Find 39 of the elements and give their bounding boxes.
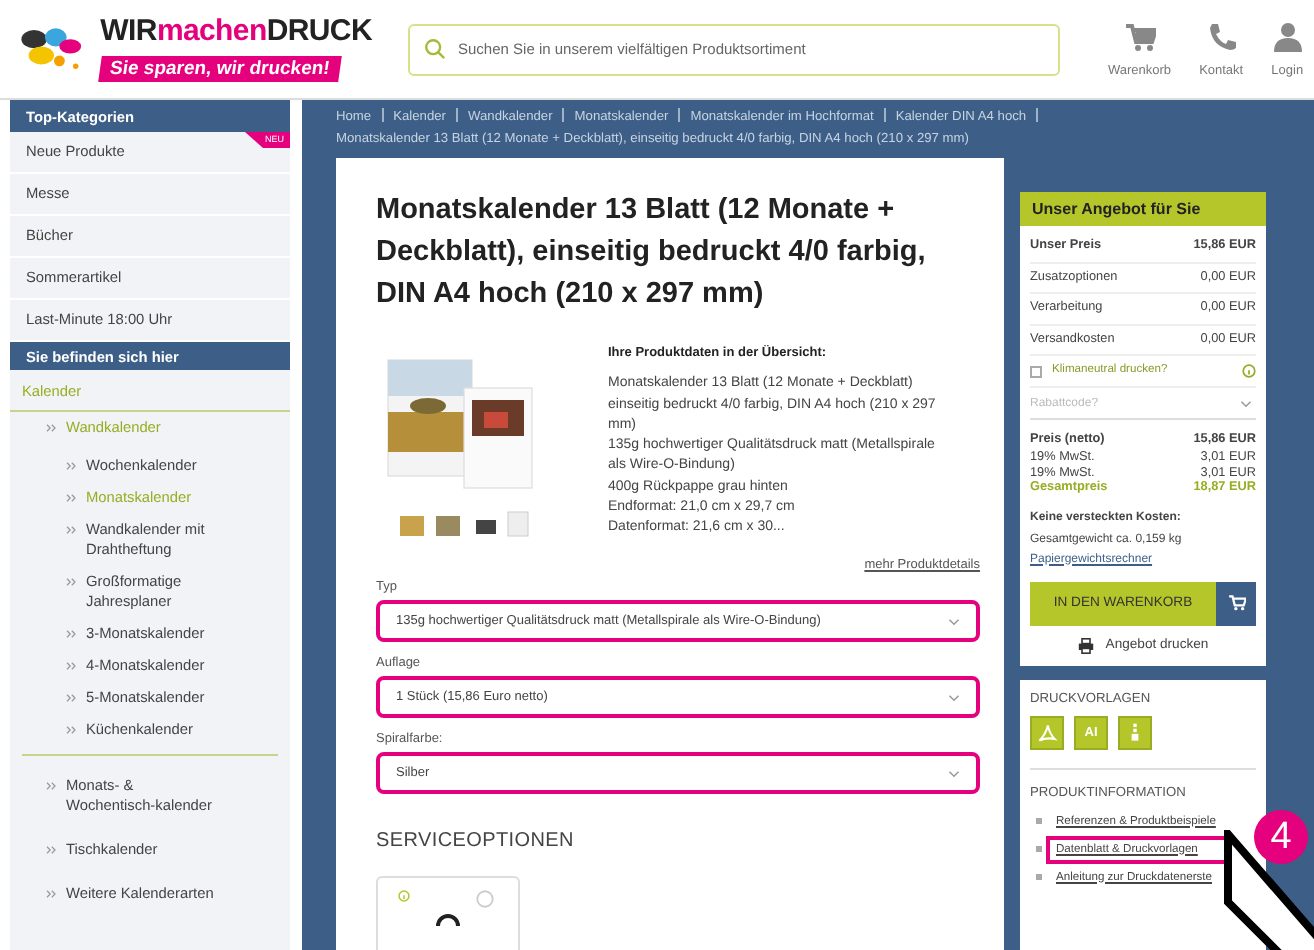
- bullet-icon: [66, 494, 76, 502]
- bullet-icon: [46, 424, 56, 432]
- product-title: Monatskalender 13 Blatt (12 Monate + Deckblatt), einseitig bedruckt 4/0 farbig, DIN A4 hoch (210 x 297 mm): [376, 192, 928, 314]
- bullet-icon: [66, 662, 76, 670]
- bullet-icon: [46, 846, 56, 854]
- bullet-icon: [46, 782, 56, 790]
- bullet-icon: [66, 630, 76, 638]
- bullet-icon: [1036, 818, 1042, 824]
- bullet-icon: [66, 694, 76, 702]
- bullet-icon: [66, 526, 76, 534]
- chevron-icon: [1240, 400, 1252, 408]
- phone-icon: [1205, 21, 1238, 53]
- user-icon: [1271, 21, 1304, 53]
- radio-icon: [476, 890, 494, 908]
- file-download-link[interactable]: [1030, 715, 1064, 749]
- section-heading: SERVICEOPTIONEN: [376, 830, 576, 852]
- brand-name: WIRmachenDRUCK: [100, 15, 372, 47]
- bullet-icon: [46, 890, 56, 898]
- tagline: Sie sparen, wir drucken!: [98, 55, 342, 81]
- chevron-icon: [948, 769, 960, 777]
- bullet-icon: [1036, 874, 1042, 880]
- cart-button[interactable]: [1216, 581, 1256, 625]
- info-icon: [398, 890, 410, 902]
- file-download-link[interactable]: [1118, 715, 1152, 749]
- bullet-icon: [1036, 846, 1042, 852]
- chevron-icon: [948, 617, 960, 625]
- bullet-icon: [66, 462, 76, 470]
- bullet-icon: [66, 726, 76, 734]
- pdf-icon: [1036, 721, 1058, 743]
- cart-icon: [1227, 594, 1245, 612]
- checkbox[interactable]: [1030, 365, 1042, 377]
- printer-icon: [1077, 637, 1094, 653]
- chevron-icon: [948, 693, 960, 701]
- bullet-icon: [66, 578, 76, 586]
- offer-heading: Unser Angebot für Sie: [1020, 192, 1266, 226]
- cart-icon: [1123, 21, 1156, 53]
- service-option-card[interactable]: [376, 876, 520, 950]
- info-icon: [1242, 364, 1256, 378]
- search-icon: [424, 37, 446, 59]
